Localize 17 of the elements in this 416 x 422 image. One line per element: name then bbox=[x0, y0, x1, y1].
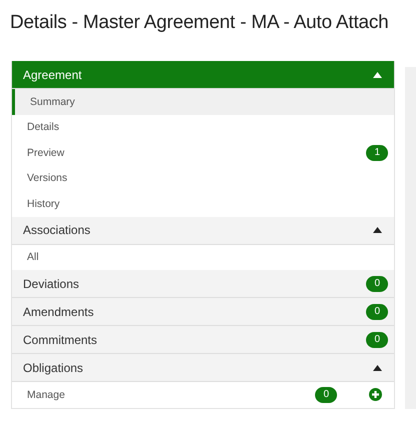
section-header[interactable]: Amendments 0 bbox=[12, 298, 394, 326]
page-title: Details - Master Agreement - MA - Auto Attach bbox=[9, 11, 390, 35]
section-header[interactable]: Associations bbox=[12, 216, 394, 244]
count-badge: 0 bbox=[315, 386, 337, 403]
section-header[interactable]: Agreement bbox=[12, 61, 394, 89]
count-badge: 1 bbox=[366, 144, 388, 161]
count-badge: 0 bbox=[366, 332, 388, 348]
collapse-arrow-icon bbox=[373, 364, 382, 370]
section-header[interactable]: Obligations bbox=[12, 354, 394, 382]
add-icon[interactable] bbox=[369, 388, 382, 402]
count-badge: 0 bbox=[366, 304, 388, 320]
section-header[interactable]: Commitments 0 bbox=[12, 326, 394, 354]
nav-item[interactable]: Summary bbox=[12, 89, 394, 114]
collapse-arrow-icon bbox=[373, 72, 382, 78]
section-header[interactable]: Deviations 0 bbox=[12, 270, 394, 298]
count-badge: 0 bbox=[366, 276, 388, 292]
collapse-arrow-icon bbox=[373, 227, 382, 233]
